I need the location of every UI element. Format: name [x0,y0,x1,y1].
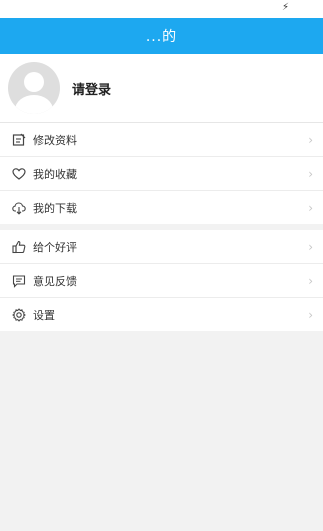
edit-icon [12,133,26,147]
menu-item-rate[interactable]: 给个好评 › [0,230,323,264]
menu-item-label: 我的下载 [33,201,77,215]
menu-group-account: 修改资料 › 我的收藏 › 我的下载 › [0,123,323,224]
user-silhouette-icon [15,72,53,114]
page-title: ...的 [145,29,178,45]
menu-item-favorites[interactable]: 我的收藏 › [0,157,323,191]
chevron-right-icon: › [308,307,313,322]
menu-item-edit-profile[interactable]: 修改资料 › [0,123,323,157]
menu-item-settings[interactable]: 设置 › [0,298,323,331]
message-icon [12,274,26,288]
chevron-right-icon: › [308,239,313,254]
menu-item-label: 给个好评 [33,240,77,254]
cloud-download-icon [12,201,26,215]
menu-item-label: 我的收藏 [33,167,77,181]
status-bar: ⚡ [0,0,323,18]
thumbs-up-icon [12,240,26,254]
menu-item-label: 修改资料 [33,133,77,147]
app-header: ...的 [0,18,323,54]
chevron-right-icon: › [308,273,313,288]
gear-icon [12,307,26,322]
chevron-right-icon: › [308,166,313,181]
avatar[interactable] [8,62,60,114]
menu-group-misc: 给个好评 › 意见反馈 › 设置 › [0,230,323,331]
menu-item-feedback[interactable]: 意见反馈 › [0,264,323,298]
battery-icon: ⚡ [281,2,289,13]
menu-item-downloads[interactable]: 我的下载 › [0,191,323,224]
login-link[interactable]: 请登录 [72,79,111,98]
chevron-right-icon: › [308,200,313,215]
profile-section[interactable]: 请登录 [0,54,323,123]
menu-item-label: 设置 [33,308,55,322]
heart-icon [12,167,26,181]
menu-item-label: 意见反馈 [33,274,77,288]
chevron-right-icon: › [308,132,313,147]
